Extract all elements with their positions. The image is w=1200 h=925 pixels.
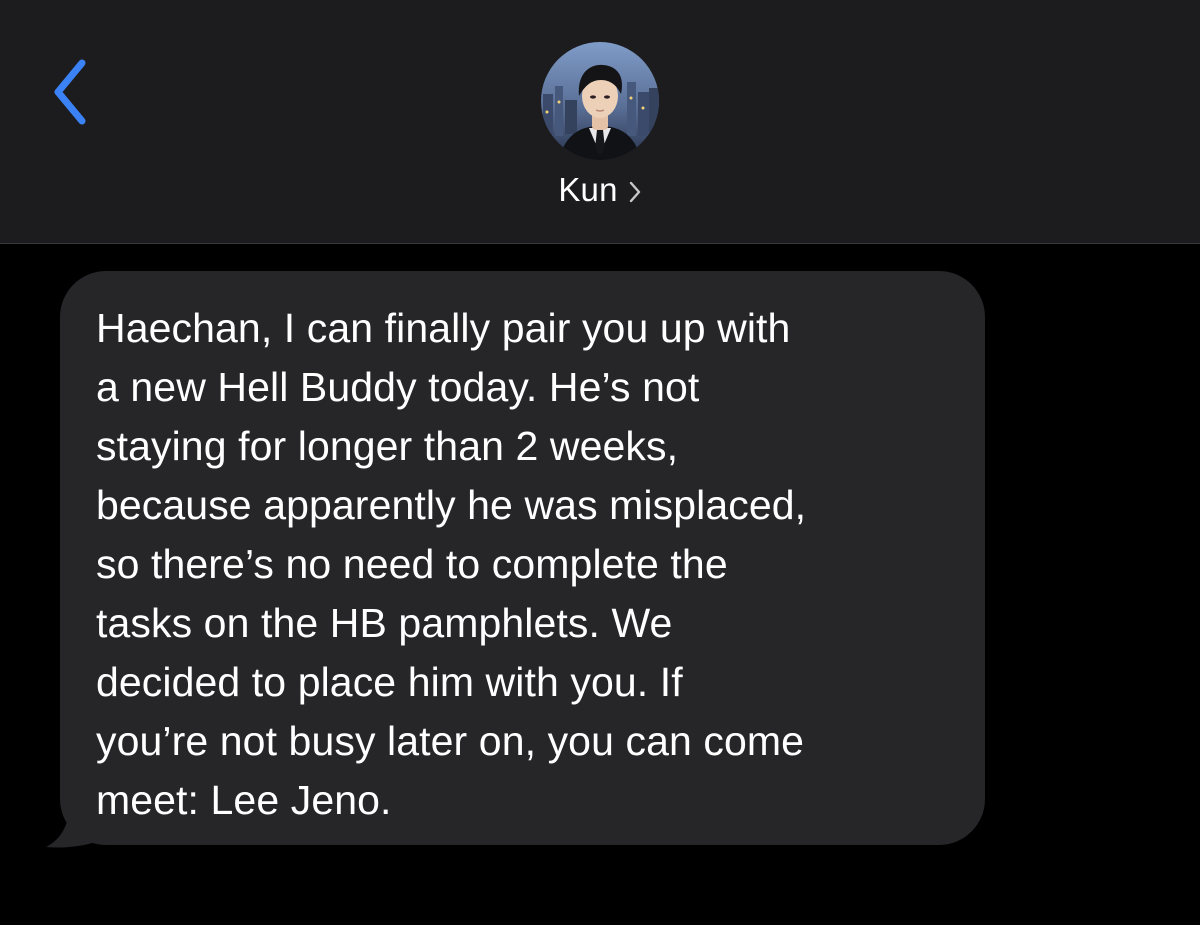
message-text-line: decided to place him with you. If [96,659,683,705]
message-text-line: because apparently he was misplaced, [96,482,807,528]
message-text-line: a new Hell Buddy today. He’s not [96,364,700,410]
avatar[interactable] [541,42,659,160]
contact-details-button[interactable]: Kun [0,168,1200,212]
incoming-message-bubble[interactable]: Haechan, I can finally pair you up with … [60,271,985,845]
chevron-right-icon [629,181,640,203]
message-text-line: Haechan, I can finally pair you up with [96,305,791,351]
message-text-line: meet: Lee Jeno. [96,777,392,823]
message-text-line: so there’s no need to complete the [96,541,728,587]
messages-screen: Kun Haechan, I can finally pair you up w… [0,0,1200,925]
message-text-line: you’re not busy later on, you can come [96,718,805,764]
back-button[interactable] [38,52,102,132]
chevron-left-icon [54,59,86,125]
message-text-line: staying for longer than 2 weeks, [96,423,679,469]
message-text-line: tasks on the HB pamphlets. We [96,600,673,646]
contact-avatar-photo [541,42,659,160]
contact-name: Kun [558,171,618,208]
conversation-header: Kun [0,0,1200,244]
message-thread[interactable]: Haechan, I can finally pair you up with … [0,244,1200,925]
